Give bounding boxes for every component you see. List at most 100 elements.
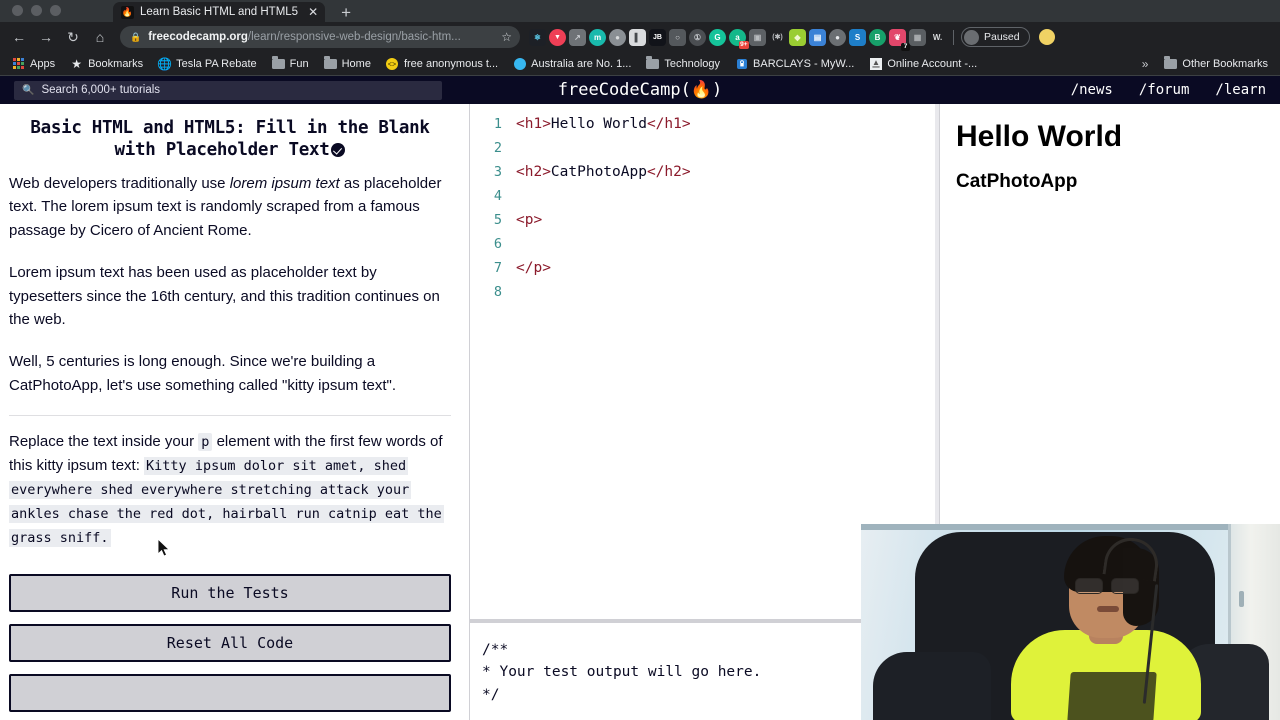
window-controls[interactable]	[0, 5, 61, 22]
nav-link-forum[interactable]: /forum	[1139, 82, 1190, 98]
title-bar: 🔥 Learn Basic HTML and HTML5 ✕ +	[0, 0, 1280, 22]
ghost-extension[interactable]: ●	[609, 28, 626, 46]
browser-tab[interactable]: 🔥 Learn Basic HTML and HTML5 ✕	[113, 2, 326, 22]
account-avatar-icon[interactable]	[1038, 29, 1055, 45]
line-number: 7	[493, 260, 502, 276]
scribd-extension[interactable]: S	[849, 28, 866, 46]
challenge-title-text: Basic HTML and HTML5: Fill in the Blank …	[30, 118, 430, 160]
maximize-window-button[interactable]	[50, 5, 61, 16]
tag-text: CatPhotoApp	[550, 164, 647, 180]
bookmark-barclays-myw[interactable]: BARCLAYS - MyW...	[729, 55, 860, 72]
analytics-extension[interactable]: ↗	[569, 28, 586, 46]
editor-line: 1 <h1>Hello World</h1>	[470, 112, 939, 136]
mega-extension[interactable]: m	[589, 28, 606, 46]
p-element-code: p	[198, 433, 213, 452]
react-devtools-extension[interactable]: ⚛	[529, 28, 546, 46]
other-bookmarks-button[interactable]: Other Bookmarks	[1158, 55, 1274, 72]
section-divider	[9, 415, 451, 417]
line-number: 1	[493, 116, 502, 132]
intro-paragraph-2: Lorem ipsum text has been used as placeh…	[9, 263, 440, 329]
new-tab-button[interactable]: +	[325, 4, 363, 22]
pocket-extension[interactable]: ▼	[549, 28, 566, 46]
close-window-button[interactable]	[12, 5, 23, 16]
jetbrains-extension[interactable]: JB	[649, 28, 666, 46]
adblock-extension[interactable]: a 9+	[729, 28, 749, 49]
preview-heading-2: CatPhotoApp	[956, 171, 1078, 192]
reload-icon[interactable]: ↻	[60, 24, 86, 50]
grammarly-extension[interactable]: G	[709, 28, 726, 46]
minimize-window-button[interactable]	[31, 5, 42, 16]
editor-line: 5 <p>	[470, 208, 939, 232]
line-code: <h2>CatPhotoApp</h2>	[516, 164, 691, 180]
page-title: Basic HTML and HTML5: Fill in the Blank …	[9, 118, 451, 162]
address-bar[interactable]: 🔒 freecodecamp.org/learn/responsive-web-…	[120, 26, 520, 48]
clock-extension[interactable]: ①	[689, 28, 706, 46]
bookmark-australia-are-no-1[interactable]: Australia are No. 1...	[507, 55, 637, 72]
wikipedia-extension[interactable]: W.	[929, 29, 946, 46]
tag-text: Hello World	[550, 116, 647, 132]
folder-icon	[646, 56, 660, 70]
close-icon[interactable]: ✕	[304, 6, 318, 18]
bitwarden-extension[interactable]: B	[869, 28, 886, 46]
editor-line: 4	[470, 184, 939, 208]
toolbar-divider	[953, 29, 954, 45]
bookmark-free-anonymous-t[interactable]: <> free anonymous t...	[380, 55, 504, 72]
fcc-favicon: 🔥	[121, 5, 134, 19]
bookmark-label: Tesla PA Rebate	[176, 57, 257, 70]
home-icon[interactable]: ⌂	[87, 24, 113, 50]
yellow-chat-icon: <>	[386, 57, 399, 70]
run-the-tests-button[interactable]: Run the Tests	[9, 574, 451, 613]
bookmark-label: Online Account -...	[887, 57, 978, 70]
back-arrow-icon[interactable]: ←	[6, 24, 32, 50]
instructions-panel: Basic HTML and HTML5: Fill in the Blank …	[0, 104, 470, 720]
search-input[interactable]: 🔍 Search 6,000+ tutorials	[14, 80, 442, 100]
colorpicker-extension[interactable]: ❦ 7	[889, 28, 910, 51]
bookmark-bookmarks[interactable]: ★ Bookmarks	[64, 55, 149, 72]
bookmark-star-icon[interactable]: ☆	[501, 30, 512, 44]
bookmark-tesla-pa-rebate[interactable]: 🌐 Tesla PA Rebate	[152, 55, 263, 72]
bookmark-apps[interactable]: Apps	[6, 55, 61, 72]
moon-extension[interactable]: ●	[829, 28, 846, 46]
bookmark-label: Fun	[289, 57, 309, 70]
evernote-extension[interactable]: ◆	[789, 28, 806, 46]
line-number: 2	[493, 140, 502, 156]
svg-text:<>: <>	[388, 61, 396, 69]
webcam-person-glasses	[1075, 578, 1139, 594]
news-extension[interactable]: ▦	[909, 28, 926, 46]
line-number: 4	[493, 188, 502, 204]
bookmarks-bar: Apps ★ Bookmarks 🌐 Tesla PA Rebate Fun H…	[0, 52, 1280, 76]
tag-open: <p>	[516, 212, 543, 228]
star-icon: ★	[71, 56, 82, 71]
bookmark-online-account[interactable]: Online Account -...	[863, 55, 983, 72]
bookmark-technology[interactable]: Technology	[640, 55, 726, 72]
bookmark-label: Apps	[30, 57, 56, 70]
help-button[interactable]	[9, 674, 451, 713]
line-number: 5	[493, 212, 502, 228]
other-bookmarks-label: Other Bookmarks	[1182, 57, 1268, 70]
p1-part-a: Web developers traditionally use	[9, 174, 230, 192]
editor-line: 8	[470, 280, 939, 304]
eagle-icon	[869, 57, 882, 70]
dictionary-extension[interactable]: ▤	[809, 28, 826, 46]
browser-window: 🔥 Learn Basic HTML and HTML5 ✕ + ← → ↻ ⌂…	[0, 0, 1280, 720]
profile-avatar-icon	[964, 29, 979, 45]
reset-all-code-button[interactable]: Reset All Code	[9, 624, 451, 663]
nav-link-news[interactable]: /news	[1071, 82, 1113, 98]
camera-extension[interactable]: ▣	[749, 28, 766, 46]
fcc-navbar: 🔍 Search 6,000+ tutorials freeCodeCamp(🔥…	[0, 76, 1280, 104]
nav-link-learn[interactable]: /learn	[1215, 82, 1266, 98]
keeper-extension[interactable]: ▌	[629, 28, 646, 46]
puzzle-extension[interactable]: (✱)	[769, 29, 786, 46]
bookmark-home[interactable]: Home	[318, 55, 377, 72]
forward-arrow-icon[interactable]: →	[33, 24, 59, 50]
search-placeholder: Search 6,000+ tutorials	[41, 84, 161, 96]
p1-emphasis: lorem ipsum text	[229, 174, 340, 192]
profile-status-button[interactable]: Paused	[961, 27, 1030, 47]
bookmarks-overflow-button[interactable]: »	[1135, 57, 1156, 71]
lock-blue-icon	[735, 57, 748, 70]
bookmark-fun[interactable]: Fun	[266, 55, 315, 72]
webcam-overlay	[861, 524, 1280, 720]
editor-line: 3 <h2>CatPhotoApp</h2>	[470, 160, 939, 184]
line-number: 3	[493, 164, 502, 180]
lightbulb-extension[interactable]: ○	[669, 28, 686, 46]
